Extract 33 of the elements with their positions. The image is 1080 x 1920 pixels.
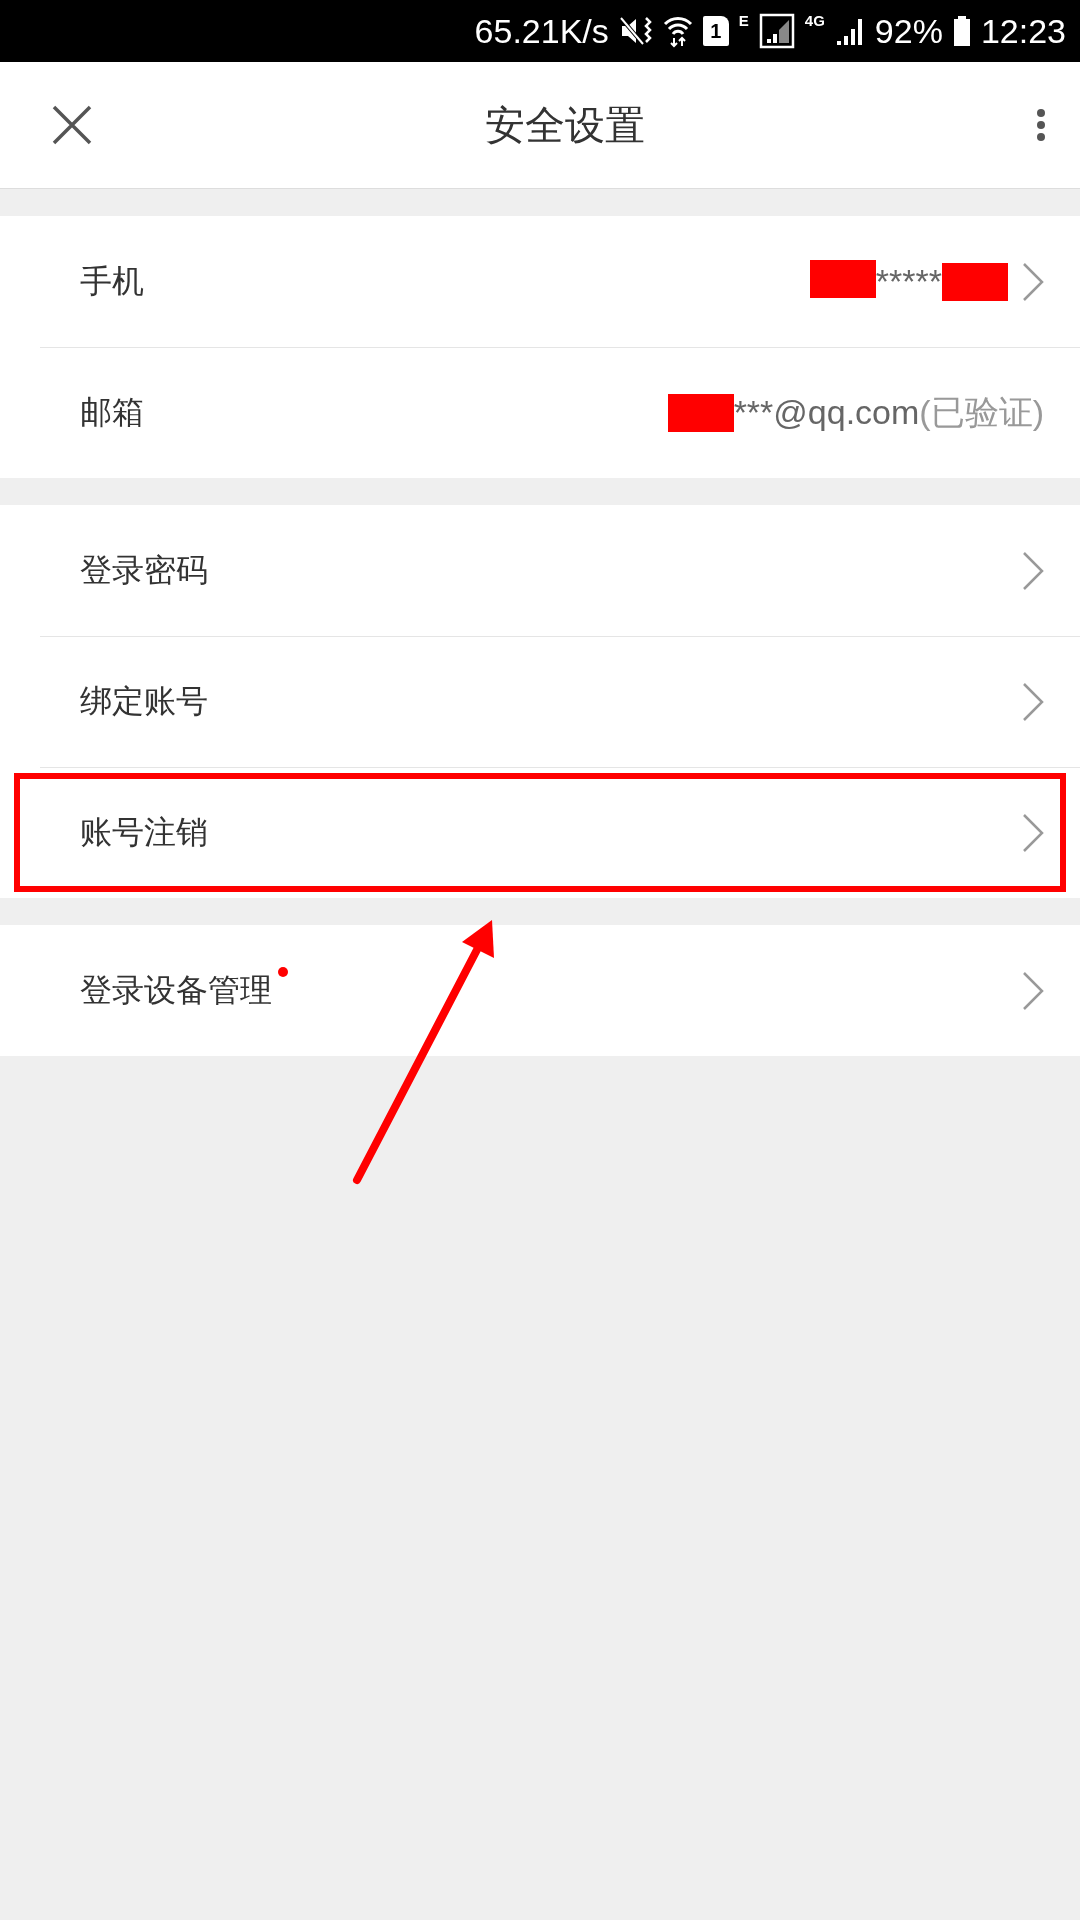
row-label: 手机	[80, 261, 144, 301]
clock: 12:23	[980, 11, 1066, 51]
settings-row[interactable]: 登录密码	[0, 505, 1080, 636]
signal-icon	[758, 13, 795, 49]
redaction-block	[809, 259, 876, 298]
row-value: ***@qq.com	[733, 393, 920, 432]
more-icon	[1036, 108, 1046, 142]
row-label: 绑定账号	[80, 681, 208, 721]
wifi-icon	[662, 14, 693, 48]
redaction-block	[667, 393, 734, 432]
close-button[interactable]	[50, 103, 94, 147]
row-label: 登录密码	[80, 550, 208, 590]
verified-note: (已验证)	[919, 391, 1044, 433]
close-icon	[50, 103, 94, 147]
network-speed: 65.21K/s	[474, 11, 609, 51]
settings-row[interactable]: 手机 *****	[0, 216, 1080, 347]
more-button[interactable]	[1036, 108, 1046, 142]
network-type: E	[738, 12, 749, 29]
settings-row[interactable]: 账号注销	[0, 767, 1080, 898]
row-label: 邮箱	[80, 392, 144, 432]
sim-card-icon: 1	[702, 16, 729, 46]
redaction-block	[942, 262, 1008, 301]
settings-row[interactable]: 登录设备管理	[0, 925, 1080, 1056]
page-title: 安全设置	[485, 101, 645, 149]
settings-row[interactable]: 邮箱 ***@qq.com(已验证)	[0, 347, 1080, 478]
network-type: 4G	[804, 12, 825, 29]
row-label: 账号注销	[80, 812, 208, 852]
settings-row[interactable]: 绑定账号	[0, 636, 1080, 767]
row-value: *****	[875, 262, 942, 301]
mute-vibrate-icon	[618, 14, 653, 48]
row-label: 登录设备管理	[80, 970, 272, 1010]
battery-level: 92%	[874, 11, 943, 51]
battery-icon	[952, 15, 971, 47]
